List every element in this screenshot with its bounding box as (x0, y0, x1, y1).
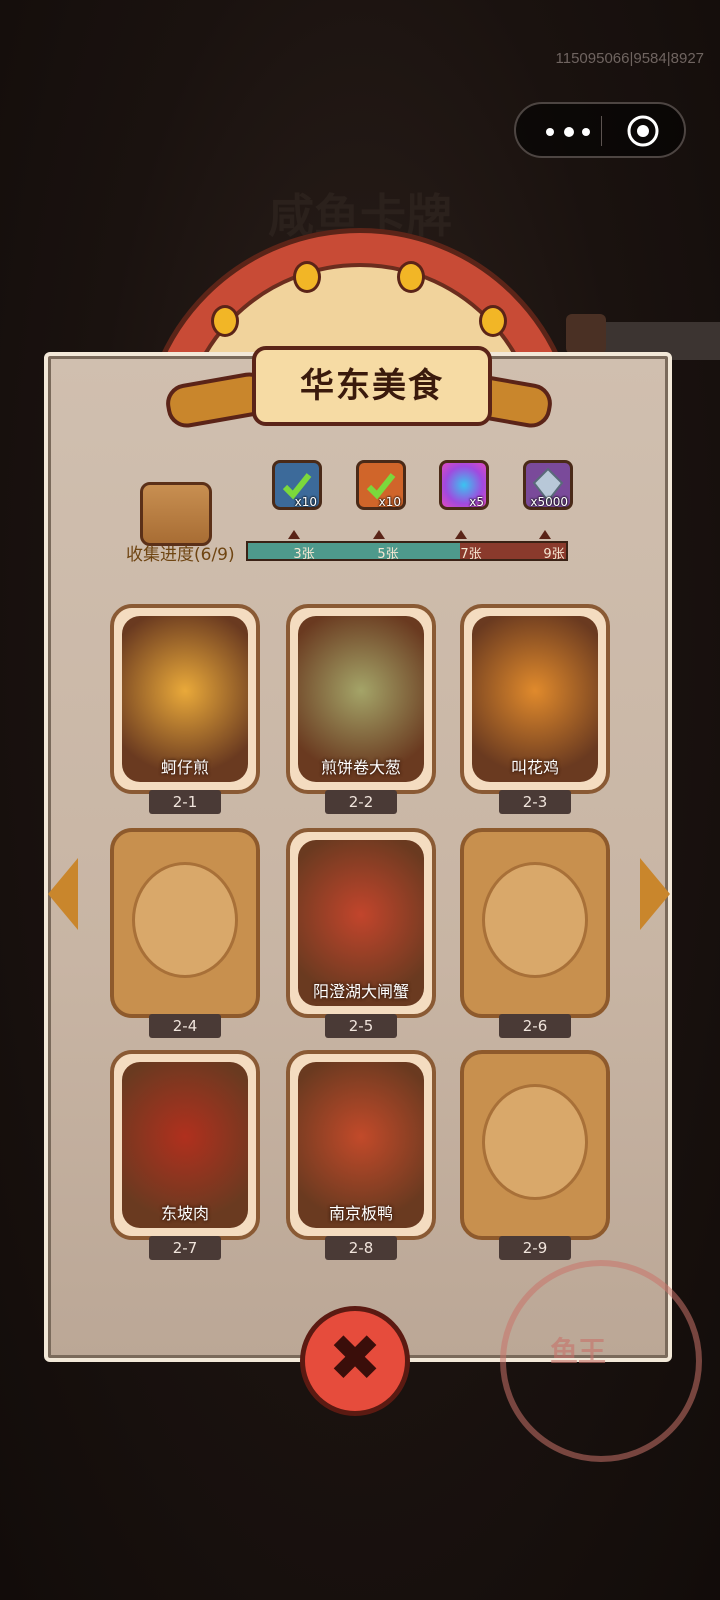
food-card-name: 叫花鸡 (510, 758, 559, 777)
food-card[interactable]: 叫花鸡 (460, 604, 610, 794)
milestone-label: 3张 (293, 547, 315, 562)
locked-card-face-icon (482, 862, 588, 978)
crystal-gem-icon[interactable]: x5000 (523, 460, 573, 510)
food-card[interactable]: 阳澄湖大闸蟹 (286, 828, 436, 1018)
reward-qty: x10 (294, 495, 317, 509)
food-card-name: 蚵仔煎 (160, 758, 209, 777)
milestone-marker (455, 530, 467, 539)
coin-icon (479, 305, 507, 337)
food-card[interactable] (110, 828, 260, 1018)
food-card-name: 东坡肉 (160, 1204, 209, 1223)
food-card[interactable]: 蚵仔煎 (110, 604, 260, 794)
food-card-name: 煎饼卷大葱 (320, 758, 401, 777)
food-card[interactable] (460, 828, 610, 1018)
chest-icon (566, 314, 606, 354)
collection-progress-label: 收集进度(6/9) (126, 545, 235, 565)
card-id-label: 2-4 (149, 1014, 221, 1038)
coin-icon (293, 261, 321, 293)
milestone-label: 5张 (377, 547, 399, 562)
locked-card-face-icon (482, 1084, 588, 1200)
coin-icon (211, 305, 239, 337)
green-check-ticket-icon[interactable]: x10 (272, 460, 322, 510)
food-card[interactable]: 东坡肉 (110, 1050, 260, 1240)
card-id-label: 2-5 (325, 1014, 397, 1038)
title-ribbon: 华东美食 (252, 346, 492, 426)
target-circle-icon[interactable] (626, 114, 660, 148)
close-x-icon: ✖ (328, 1322, 382, 1396)
milestone-marker (539, 530, 551, 539)
food-card[interactable]: 南京板鸭 (286, 1050, 436, 1240)
card-back-icon (140, 482, 212, 546)
reward-qty: x5 (469, 495, 484, 509)
card-id-label: 2-2 (325, 790, 397, 814)
locked-card-face-icon (132, 862, 238, 978)
album-title: 华东美食 (300, 366, 444, 406)
purple-swirl-orb-icon[interactable]: x5 (439, 460, 489, 510)
build-id: 115095066|9584|8927 (555, 50, 705, 67)
orange-check-ticket-icon[interactable]: x10 (356, 460, 406, 510)
reward-qty: x10 (378, 495, 401, 509)
milestone-marker (373, 530, 385, 539)
reward-qty: x5000 (530, 495, 568, 509)
card-id-label: 2-8 (325, 1236, 397, 1260)
miniprogram-capsule (514, 102, 686, 158)
card-id-label: 2-9 (499, 1236, 571, 1260)
food-card-name: 南京板鸭 (328, 1204, 393, 1223)
milestone-label: 7张 (460, 547, 482, 562)
card-id-label: 2-7 (149, 1236, 221, 1260)
milestone-label: 9张 (543, 547, 565, 562)
coin-icon (397, 261, 425, 293)
milestone-marker (288, 530, 300, 539)
food-card[interactable]: 煎饼卷大葱 (286, 604, 436, 794)
capsule-divider (601, 116, 602, 146)
card-id-label: 2-1 (149, 790, 221, 814)
three-dots-icon[interactable] (538, 116, 598, 146)
seal-stamp-text: 鱼王 (550, 1335, 607, 1368)
left-arrow-icon[interactable] (48, 858, 78, 930)
food-card-name: 阳澄湖大闸蟹 (312, 982, 409, 1001)
food-card[interactable] (460, 1050, 610, 1240)
card-id-label: 2-6 (499, 1014, 571, 1038)
close-button[interactable]: ✖ (300, 1306, 410, 1416)
card-id-label: 2-3 (499, 790, 571, 814)
right-arrow-icon[interactable] (640, 858, 670, 930)
